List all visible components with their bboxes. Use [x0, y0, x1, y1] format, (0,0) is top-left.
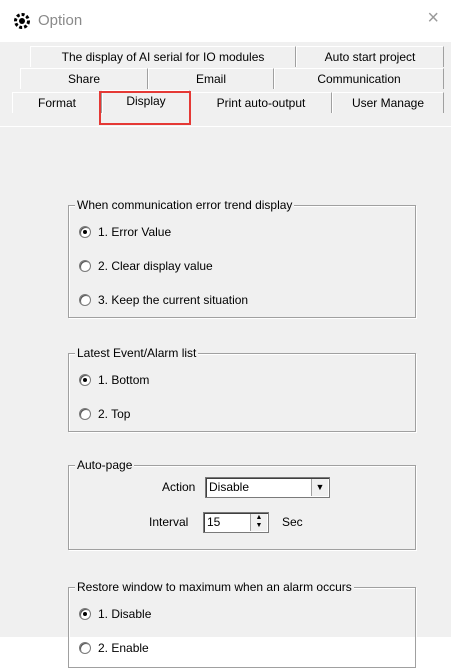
tab-email[interactable]: Email	[148, 68, 274, 89]
action-label: Action	[162, 480, 196, 494]
radio-button[interactable]	[79, 408, 91, 420]
tab-communication[interactable]: Communication	[274, 68, 444, 89]
auto-page-group: Auto-page Action Disable ▼ Interval 15 ▲…	[68, 458, 416, 550]
chevron-down-icon[interactable]: ▼	[311, 479, 328, 496]
action-select-value: Disable	[209, 480, 250, 494]
radio-restore-disable[interactable]: 1. Disable	[79, 606, 151, 622]
spin-arrows-icon[interactable]: ▲ ▼	[250, 514, 267, 531]
radio-button[interactable]	[79, 226, 91, 238]
tab-share[interactable]: Share	[20, 68, 148, 89]
event-list-group: Latest Event/Alarm list 1. Bottom 2. Top	[68, 346, 416, 432]
radio-label: 2. Enable	[98, 641, 149, 655]
display-tab-panel: When communication error trend display 1…	[0, 126, 451, 668]
tab-ai-serial-display[interactable]: The display of AI serial for IO modules	[30, 46, 296, 67]
radio-button[interactable]	[79, 294, 91, 306]
interval-stepper[interactable]: 15 ▲ ▼	[203, 512, 269, 533]
title-bar: Option ×	[0, 0, 451, 42]
radio-label: 1. Disable	[98, 607, 152, 621]
radio-button[interactable]	[79, 374, 91, 386]
auto-page-group-title: Auto-page	[75, 458, 135, 472]
radio-button[interactable]	[79, 260, 91, 272]
close-icon[interactable]: ×	[427, 8, 439, 28]
radio-label: 1. Bottom	[98, 373, 150, 387]
radio-bottom[interactable]: 1. Bottom	[79, 372, 149, 388]
radio-label: 3. Keep the current situation	[98, 293, 249, 307]
radio-label: 1. Error Value	[98, 225, 172, 239]
interval-label: Interval	[149, 515, 189, 529]
radio-top[interactable]: 2. Top	[79, 406, 130, 422]
tab-print-auto-output[interactable]: Print auto-output	[190, 92, 332, 113]
tab-auto-start-project[interactable]: Auto start project	[296, 46, 444, 67]
radio-clear-display-value[interactable]: 2. Clear display value	[79, 258, 213, 274]
radio-keep-current[interactable]: 3. Keep the current situation	[79, 292, 248, 308]
radio-label: 2. Top	[98, 407, 131, 421]
radio-label: 2. Clear display value	[98, 259, 213, 273]
restore-window-group: Restore window to maximum when an alarm …	[68, 580, 416, 668]
radio-button[interactable]	[79, 642, 91, 654]
radio-button[interactable]	[79, 608, 91, 620]
interval-unit: Sec	[282, 515, 303, 529]
gear-app-icon	[14, 13, 30, 29]
action-select[interactable]: Disable ▼	[205, 477, 330, 498]
restore-window-group-title: Restore window to maximum when an alarm …	[75, 580, 354, 594]
radio-error-value[interactable]: 1. Error Value	[79, 224, 171, 240]
window-title: Option	[38, 12, 83, 29]
comm-error-group: When communication error trend display 1…	[68, 198, 416, 318]
tab-format[interactable]: Format	[12, 92, 102, 113]
radio-restore-enable[interactable]: 2. Enable	[79, 640, 149, 656]
comm-error-group-title: When communication error trend display	[75, 198, 295, 212]
option-dialog: The display of AI serial for IO modules …	[0, 42, 451, 668]
event-list-group-title: Latest Event/Alarm list	[75, 346, 199, 360]
interval-value: 15	[207, 515, 221, 529]
tab-display[interactable]: Display	[102, 90, 190, 114]
tab-user-manage[interactable]: User Manage	[332, 92, 444, 113]
